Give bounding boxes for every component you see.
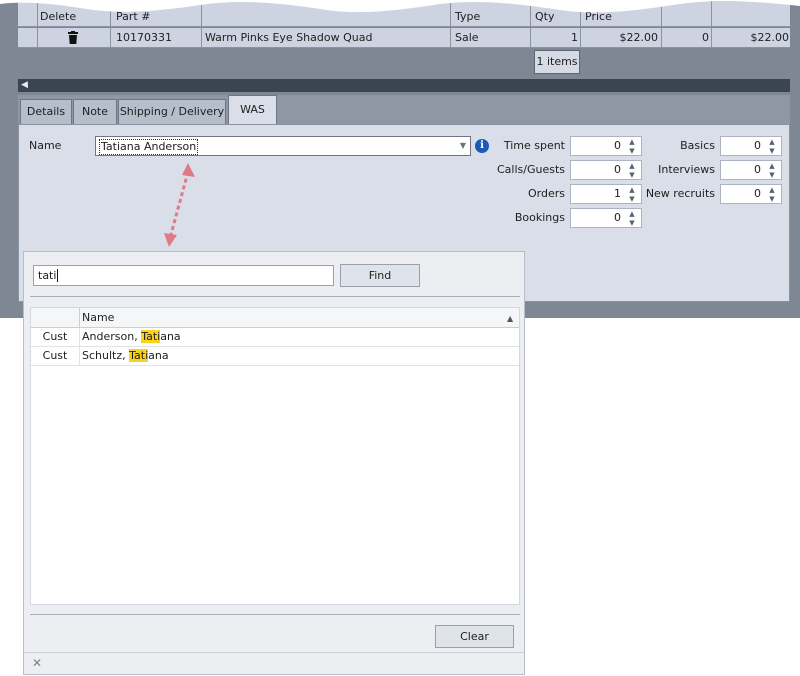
spin-up-icon[interactable]: ▲	[766, 186, 778, 194]
result-type: Cust	[42, 330, 68, 343]
name-value: Tatiana Anderson	[99, 139, 199, 155]
items-count-button[interactable]: 1 items	[534, 50, 580, 74]
divider	[30, 296, 520, 297]
calls-guests-label: Calls/Guests	[496, 163, 565, 176]
popup-footer: ✕	[24, 652, 524, 674]
orders-label: Orders	[528, 187, 565, 200]
match-highlight: Tati	[141, 330, 161, 343]
spin-up-icon[interactable]: ▲	[766, 138, 778, 146]
result-name: Anderson, Tatiana	[82, 330, 181, 343]
match-highlight: Tati	[129, 349, 149, 362]
time-spent-label: Time spent	[503, 139, 565, 152]
close-icon[interactable]: ✕	[32, 656, 42, 670]
result-name: Schultz, Tatiana	[82, 349, 169, 362]
tab-strip: Details Note Shipping / Delivery WAS	[18, 95, 790, 126]
torn-edge-decoration	[0, 0, 800, 13]
spin-down-icon[interactable]: ▼	[766, 195, 778, 203]
chevron-down-icon[interactable]: ▼	[460, 141, 466, 150]
tab-details[interactable]: Details	[20, 99, 72, 126]
new-recruits-label: New recruits	[645, 187, 715, 200]
name-label: Name	[29, 139, 62, 152]
basics-spinner[interactable]: 0 ▲ ▼	[720, 136, 782, 156]
results-grid: Name ▲ Cust Anderson, Tatiana Cust Schul…	[30, 307, 520, 605]
search-input[interactable]: tati	[33, 265, 334, 286]
name-combobox[interactable]: Tatiana Anderson ▼	[95, 136, 471, 156]
interviews-label: Interviews	[658, 163, 715, 176]
spin-down-icon[interactable]: ▼	[766, 147, 778, 155]
results-header: Name ▲	[31, 308, 519, 328]
spin-up-icon[interactable]: ▲	[766, 162, 778, 170]
new-recruits-spinner[interactable]: 0 ▲ ▼	[720, 184, 782, 204]
column-name[interactable]: Name	[82, 308, 114, 328]
spin-down-icon[interactable]: ▼	[626, 219, 638, 227]
annotation-arrow-icon	[164, 163, 195, 247]
bookings-label: Bookings	[514, 211, 565, 224]
bookings-spinner[interactable]: 0 ▲ ▼	[570, 208, 642, 228]
tab-note[interactable]: Note	[73, 99, 117, 126]
find-button[interactable]: Find	[340, 264, 420, 287]
name-lookup-popup: tati Find Name ▲ Cust Anderson, Tatiana …	[23, 251, 525, 675]
result-row[interactable]: Cust Schultz, Tatiana	[31, 347, 519, 366]
interviews-spinner[interactable]: 0 ▲ ▼	[720, 160, 782, 180]
divider	[30, 614, 520, 615]
result-type: Cust	[42, 349, 68, 362]
clear-button[interactable]: Clear	[435, 625, 514, 648]
tab-shipping-delivery[interactable]: Shipping / Delivery	[118, 99, 226, 126]
basics-label: Basics	[680, 139, 715, 152]
tab-was[interactable]: WAS	[228, 95, 277, 126]
result-row[interactable]: Cust Anderson, Tatiana	[31, 328, 519, 347]
horizontal-scrollbar[interactable]: ◀	[18, 79, 790, 92]
spin-down-icon[interactable]: ▼	[766, 171, 778, 179]
sort-ascending-icon[interactable]: ▲	[507, 314, 513, 323]
spin-up-icon[interactable]: ▲	[626, 210, 638, 218]
scroll-left-icon[interactable]: ◀	[21, 81, 28, 90]
